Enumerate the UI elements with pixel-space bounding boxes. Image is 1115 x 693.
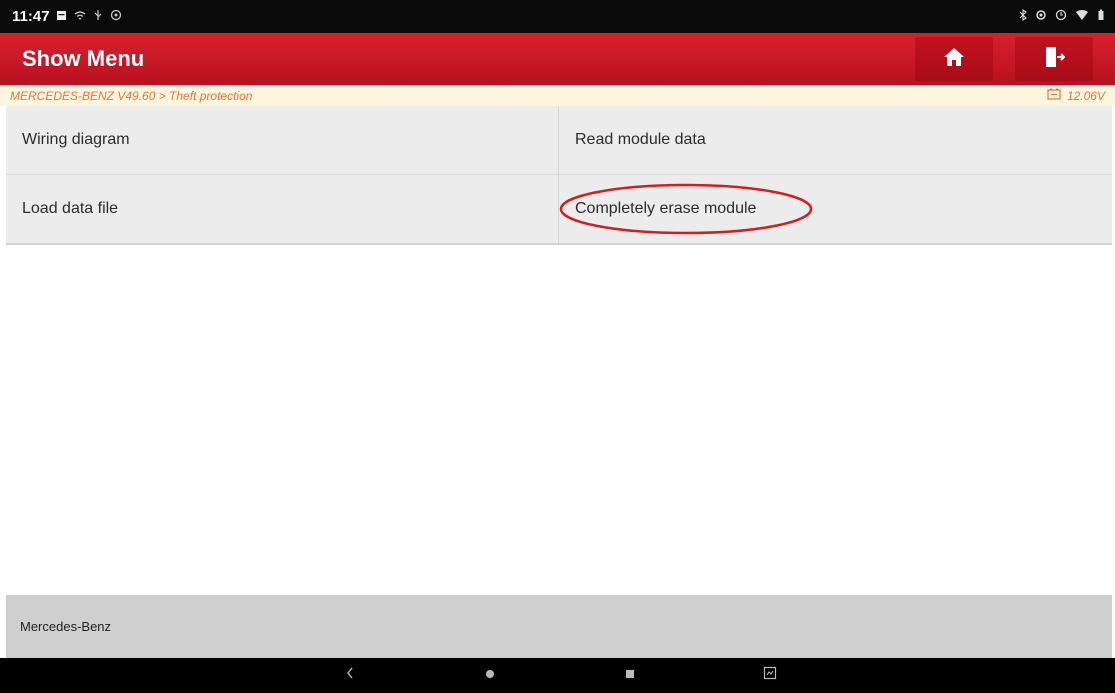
footer-brand: Mercedes-Benz [20, 619, 112, 634]
exit-button[interactable] [1015, 37, 1093, 81]
page-title: Show Menu [22, 46, 145, 71]
nav-screenshot-button[interactable] [750, 658, 790, 693]
wifi-icon [1075, 9, 1089, 24]
breadcrumb-path: MERCEDES-BENZ V49.60 > Theft protection [10, 88, 253, 103]
back-icon [345, 666, 355, 685]
screenshot-icon [763, 666, 777, 685]
nav-recent-button[interactable] [610, 658, 650, 693]
footer-bar: Mercedes-Benz [6, 595, 1112, 658]
alarm-icon [1055, 9, 1067, 24]
navigation-bar [0, 658, 1115, 693]
menu-item-label: Completely erase module [575, 200, 757, 217]
nav-back-button[interactable] [330, 658, 370, 693]
voltage-indicator: 12.06V [1047, 88, 1105, 103]
exit-icon [1043, 45, 1066, 74]
status-left: 11:47 [12, 8, 122, 25]
menu-grid: Wiring diagram Read module data Load dat… [6, 106, 1112, 245]
menu-item-load-data-file[interactable]: Load data file [6, 175, 558, 243]
status-bar: 11:47 [0, 0, 1115, 33]
menu-item-label: Wiring diagram [22, 131, 130, 148]
menu-item-read-module-data[interactable]: Read module data [558, 106, 1112, 174]
notification-square-icon [56, 10, 67, 24]
usb-icon [93, 9, 103, 24]
status-time: 11:47 [12, 8, 50, 25]
location-icon [1035, 9, 1047, 24]
status-left-icons [56, 9, 122, 24]
wifi-signal-icon [74, 10, 86, 24]
highlight-wrap: Completely erase module [559, 183, 813, 235]
menu-item-label: Load data file [22, 200, 119, 217]
menu-item-wiring-diagram[interactable]: Wiring diagram [6, 106, 558, 174]
home-icon [943, 47, 965, 72]
breadcrumb: MERCEDES-BENZ V49.60 > Theft protection … [0, 85, 1115, 106]
home-dot-icon [484, 667, 496, 685]
recent-apps-icon [624, 667, 636, 685]
menu-item-label: Read module data [575, 131, 706, 148]
nav-home-button[interactable] [470, 658, 510, 693]
title-bar: Show Menu [0, 33, 1115, 85]
bluetooth-icon [1019, 8, 1027, 24]
battery-icon [1097, 9, 1105, 24]
settings-icon [110, 9, 122, 24]
menu-item-completely-erase-module[interactable]: Completely erase module [558, 175, 1112, 243]
battery-voltage-icon [1047, 88, 1061, 103]
voltage-value: 12.06V [1066, 88, 1105, 103]
status-right-icons [1019, 8, 1105, 24]
home-button[interactable] [915, 37, 993, 81]
